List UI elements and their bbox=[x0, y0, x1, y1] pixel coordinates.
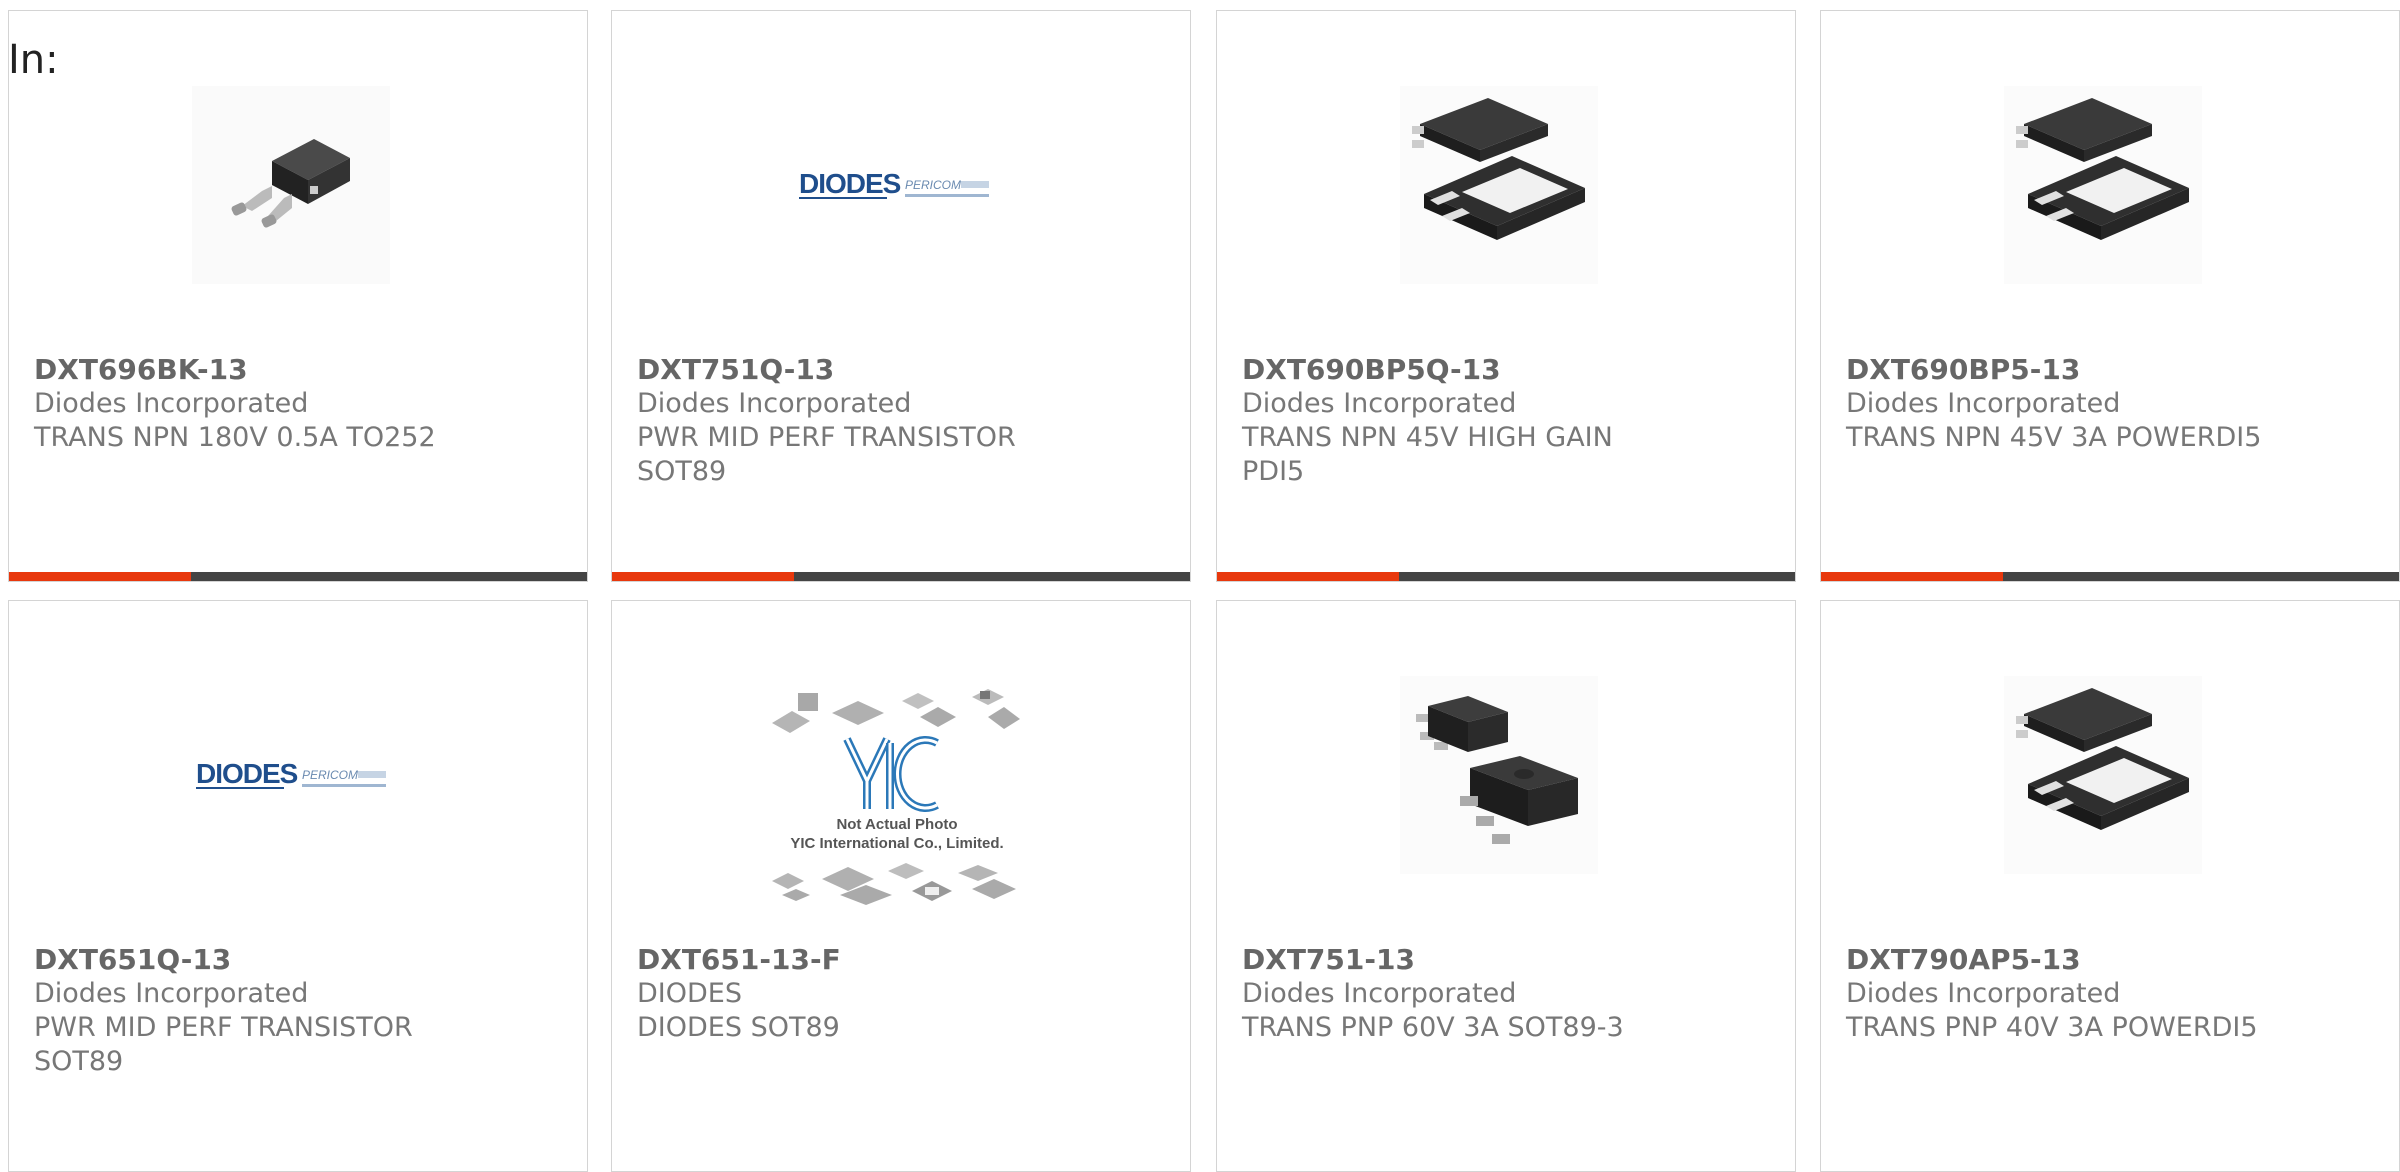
card-bottom-bar bbox=[9, 572, 587, 581]
product-description: TRANS NPN 180V 0.5A TO252 bbox=[34, 422, 436, 453]
manufacturer-name: Diodes Incorporated bbox=[34, 978, 309, 1009]
svg-text:YIC International Co., Limited: YIC International Co., Limited. bbox=[790, 835, 1003, 852]
svg-text:Not Actual Photo: Not Actual Photo bbox=[836, 816, 957, 833]
product-grid: DXT696BK-13 Diodes Incorporated TRANS NP… bbox=[0, 0, 2400, 1172]
manufacturer-name: Diodes Incorporated bbox=[1846, 388, 2121, 419]
product-card[interactable]: DXT690BP5Q-13 Diodes Incorporated TRANS … bbox=[1216, 10, 1796, 582]
product-description: TRANS NPN 45V 3A POWERDI5 bbox=[1846, 422, 2262, 453]
svg-text:DIODES: DIODES bbox=[799, 168, 901, 199]
svg-text:PERICOM: PERICOM bbox=[302, 768, 358, 782]
manufacturer-name: Diodes Incorporated bbox=[1846, 978, 2121, 1009]
manufacturer-name: Diodes Incorporated bbox=[637, 388, 912, 419]
product-description: PWR MID PERF TRANSISTOR SOT89 bbox=[34, 1012, 413, 1077]
to252-package-icon bbox=[192, 86, 390, 284]
svg-text:DIODES: DIODES bbox=[196, 758, 298, 789]
part-number-link[interactable]: DXT690BP5-13 bbox=[1846, 353, 2386, 387]
product-card[interactable]: Not Actual Photo YIC International Co., … bbox=[611, 600, 1191, 1172]
part-number-link[interactable]: DXT790AP5-13 bbox=[1846, 943, 2386, 977]
powerdi5-package-icon bbox=[2004, 86, 2202, 284]
part-number-link[interactable]: DXT651Q-13 bbox=[34, 943, 574, 977]
product-description: DIODES SOT89 bbox=[637, 1012, 840, 1043]
part-number-link[interactable]: DXT696BK-13 bbox=[34, 353, 574, 387]
card-bottom-bar bbox=[612, 572, 1190, 581]
product-card[interactable]: DXT790AP5-13 Diodes Incorporated TRANS P… bbox=[1820, 600, 2400, 1172]
product-description: PWR MID PERF TRANSISTOR SOT89 bbox=[637, 422, 1016, 487]
card-bottom-bar bbox=[1217, 572, 1795, 581]
not-actual-photo-placeholder: Not Actual Photo YIC International Co., … bbox=[762, 681, 1032, 921]
manufacturer-name: Diodes Incorporated bbox=[34, 388, 309, 419]
part-number-link[interactable]: DXT651-13-F bbox=[637, 943, 1177, 977]
svg-text:PERICOM: PERICOM bbox=[905, 178, 961, 192]
card-bottom-bar bbox=[1821, 572, 2399, 581]
product-description: TRANS PNP 40V 3A POWERDI5 bbox=[1846, 1012, 2258, 1043]
manufacturer-name: DIODES bbox=[637, 978, 742, 1009]
part-number-link[interactable]: DXT751-13 bbox=[1242, 943, 1782, 977]
manufacturer-name: Diodes Incorporated bbox=[1242, 978, 1517, 1009]
product-card[interactable]: DXT696BK-13 Diodes Incorporated TRANS NP… bbox=[8, 10, 588, 582]
powerdi5-package-icon bbox=[1400, 86, 1598, 284]
manufacturer-name: Diodes Incorporated bbox=[1242, 388, 1517, 419]
product-description: TRANS NPN 45V HIGH GAIN PDI5 bbox=[1242, 422, 1613, 487]
part-number-link[interactable]: DXT751Q-13 bbox=[637, 353, 1177, 387]
product-card[interactable]: DIODES PERICOM DXT651Q-13 Diodes Incorpo… bbox=[8, 600, 588, 1172]
diodes-pericom-logo: DIODES PERICOM bbox=[795, 86, 993, 284]
product-card[interactable]: DXT690BP5-13 Diodes Incorporated TRANS N… bbox=[1820, 10, 2400, 582]
part-number-link[interactable]: DXT690BP5Q-13 bbox=[1242, 353, 1782, 387]
diodes-pericom-logo: DIODES PERICOM bbox=[192, 676, 390, 874]
sot89-package-icon bbox=[1400, 676, 1598, 874]
product-card[interactable]: DXT751-13 Diodes Incorporated TRANS PNP … bbox=[1216, 600, 1796, 1172]
product-description: TRANS PNP 60V 3A SOT89-3 bbox=[1242, 1012, 1624, 1043]
powerdi5-package-icon bbox=[2004, 676, 2202, 874]
product-card[interactable]: DIODES PERICOM DXT751Q-13 Diodes Incorpo… bbox=[611, 10, 1191, 582]
filter-label: In: bbox=[8, 37, 59, 83]
